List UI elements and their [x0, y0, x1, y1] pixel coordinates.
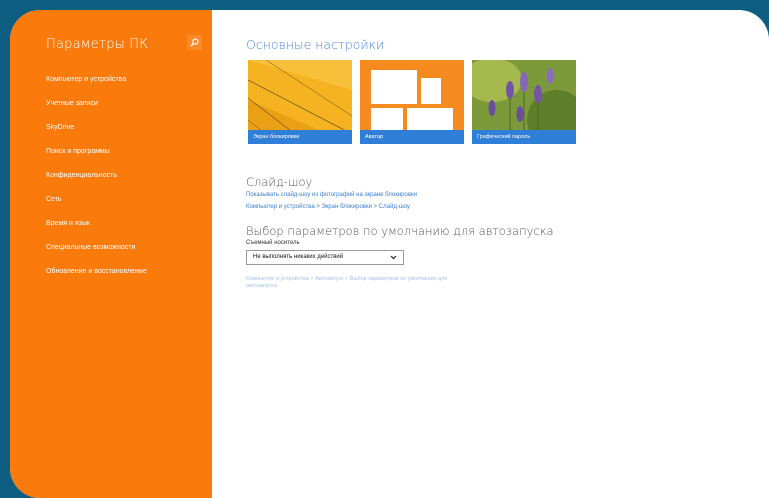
settings-window: Параметры ПК Компьютер и устройства Учет… — [10, 10, 769, 498]
lock-screen-tile[interactable]: Экран блокировки — [248, 60, 352, 144]
main-content: Основные настройки Экран блокировки Ават… — [246, 10, 746, 498]
page-title: Основные настройки — [246, 37, 385, 52]
slideshow-breadcrumb[interactable]: Компьютер и устройства > Экран блокировк… — [246, 204, 410, 210]
sidebar-item-devices[interactable]: Компьютер и устройства — [46, 74, 147, 98]
search-icon — [190, 38, 199, 47]
tile-caption: Экран блокировки — [248, 130, 352, 144]
slideshow-link[interactable]: Показывать слайд-шоу из фотографий на эк… — [246, 192, 417, 198]
search-button[interactable] — [187, 35, 202, 50]
autoplay-dropdown-value: Не выполнять никаких действий — [253, 254, 344, 260]
picture-password-tile[interactable]: Графический пароль — [472, 60, 576, 144]
sidebar: Параметры ПК Компьютер и устройства Учет… — [10, 10, 212, 498]
avatar-tile[interactable]: Аватар — [360, 60, 464, 144]
sidebar-item-update-recovery[interactable]: Обновление и восстановление — [46, 266, 147, 290]
sidebar-item-network[interactable]: Сеть — [46, 194, 147, 218]
sidebar-item-accounts[interactable]: Учетные записи — [46, 98, 147, 122]
sidebar-nav: Компьютер и устройства Учетные записи Sk… — [46, 74, 147, 290]
sidebar-item-search-apps[interactable]: Поиск и программы — [46, 146, 147, 170]
autoplay-breadcrumb-line1: Компьютер и устройства > Автозапуск > Вы… — [246, 276, 448, 282]
removable-drive-label: Съемный носитель — [246, 240, 300, 246]
slideshow-heading: Слайд-шоу — [246, 175, 313, 189]
autoplay-breadcrumb[interactable]: Компьютер и устройства > Автозапуск > Вы… — [246, 276, 447, 290]
autoplay-heading: Выбор параметров по умолчанию для автоза… — [246, 224, 554, 238]
autoplay-breadcrumb-line2: автозапуска — [246, 283, 277, 289]
tile-caption: Аватар — [360, 130, 464, 144]
tile-caption: Графический пароль — [472, 130, 576, 144]
sidebar-item-time-language[interactable]: Время и язык — [46, 218, 147, 242]
sidebar-item-skydrive[interactable]: SkyDrive — [46, 122, 147, 146]
autoplay-dropdown[interactable]: Не выполнять никаких действий — [246, 250, 404, 265]
sidebar-title: Параметры ПК — [46, 37, 149, 52]
sidebar-item-privacy[interactable]: Конфиденциальность — [46, 170, 147, 194]
chevron-down-icon — [390, 251, 397, 270]
sidebar-item-ease-of-access[interactable]: Специальные возможности — [46, 242, 147, 266]
